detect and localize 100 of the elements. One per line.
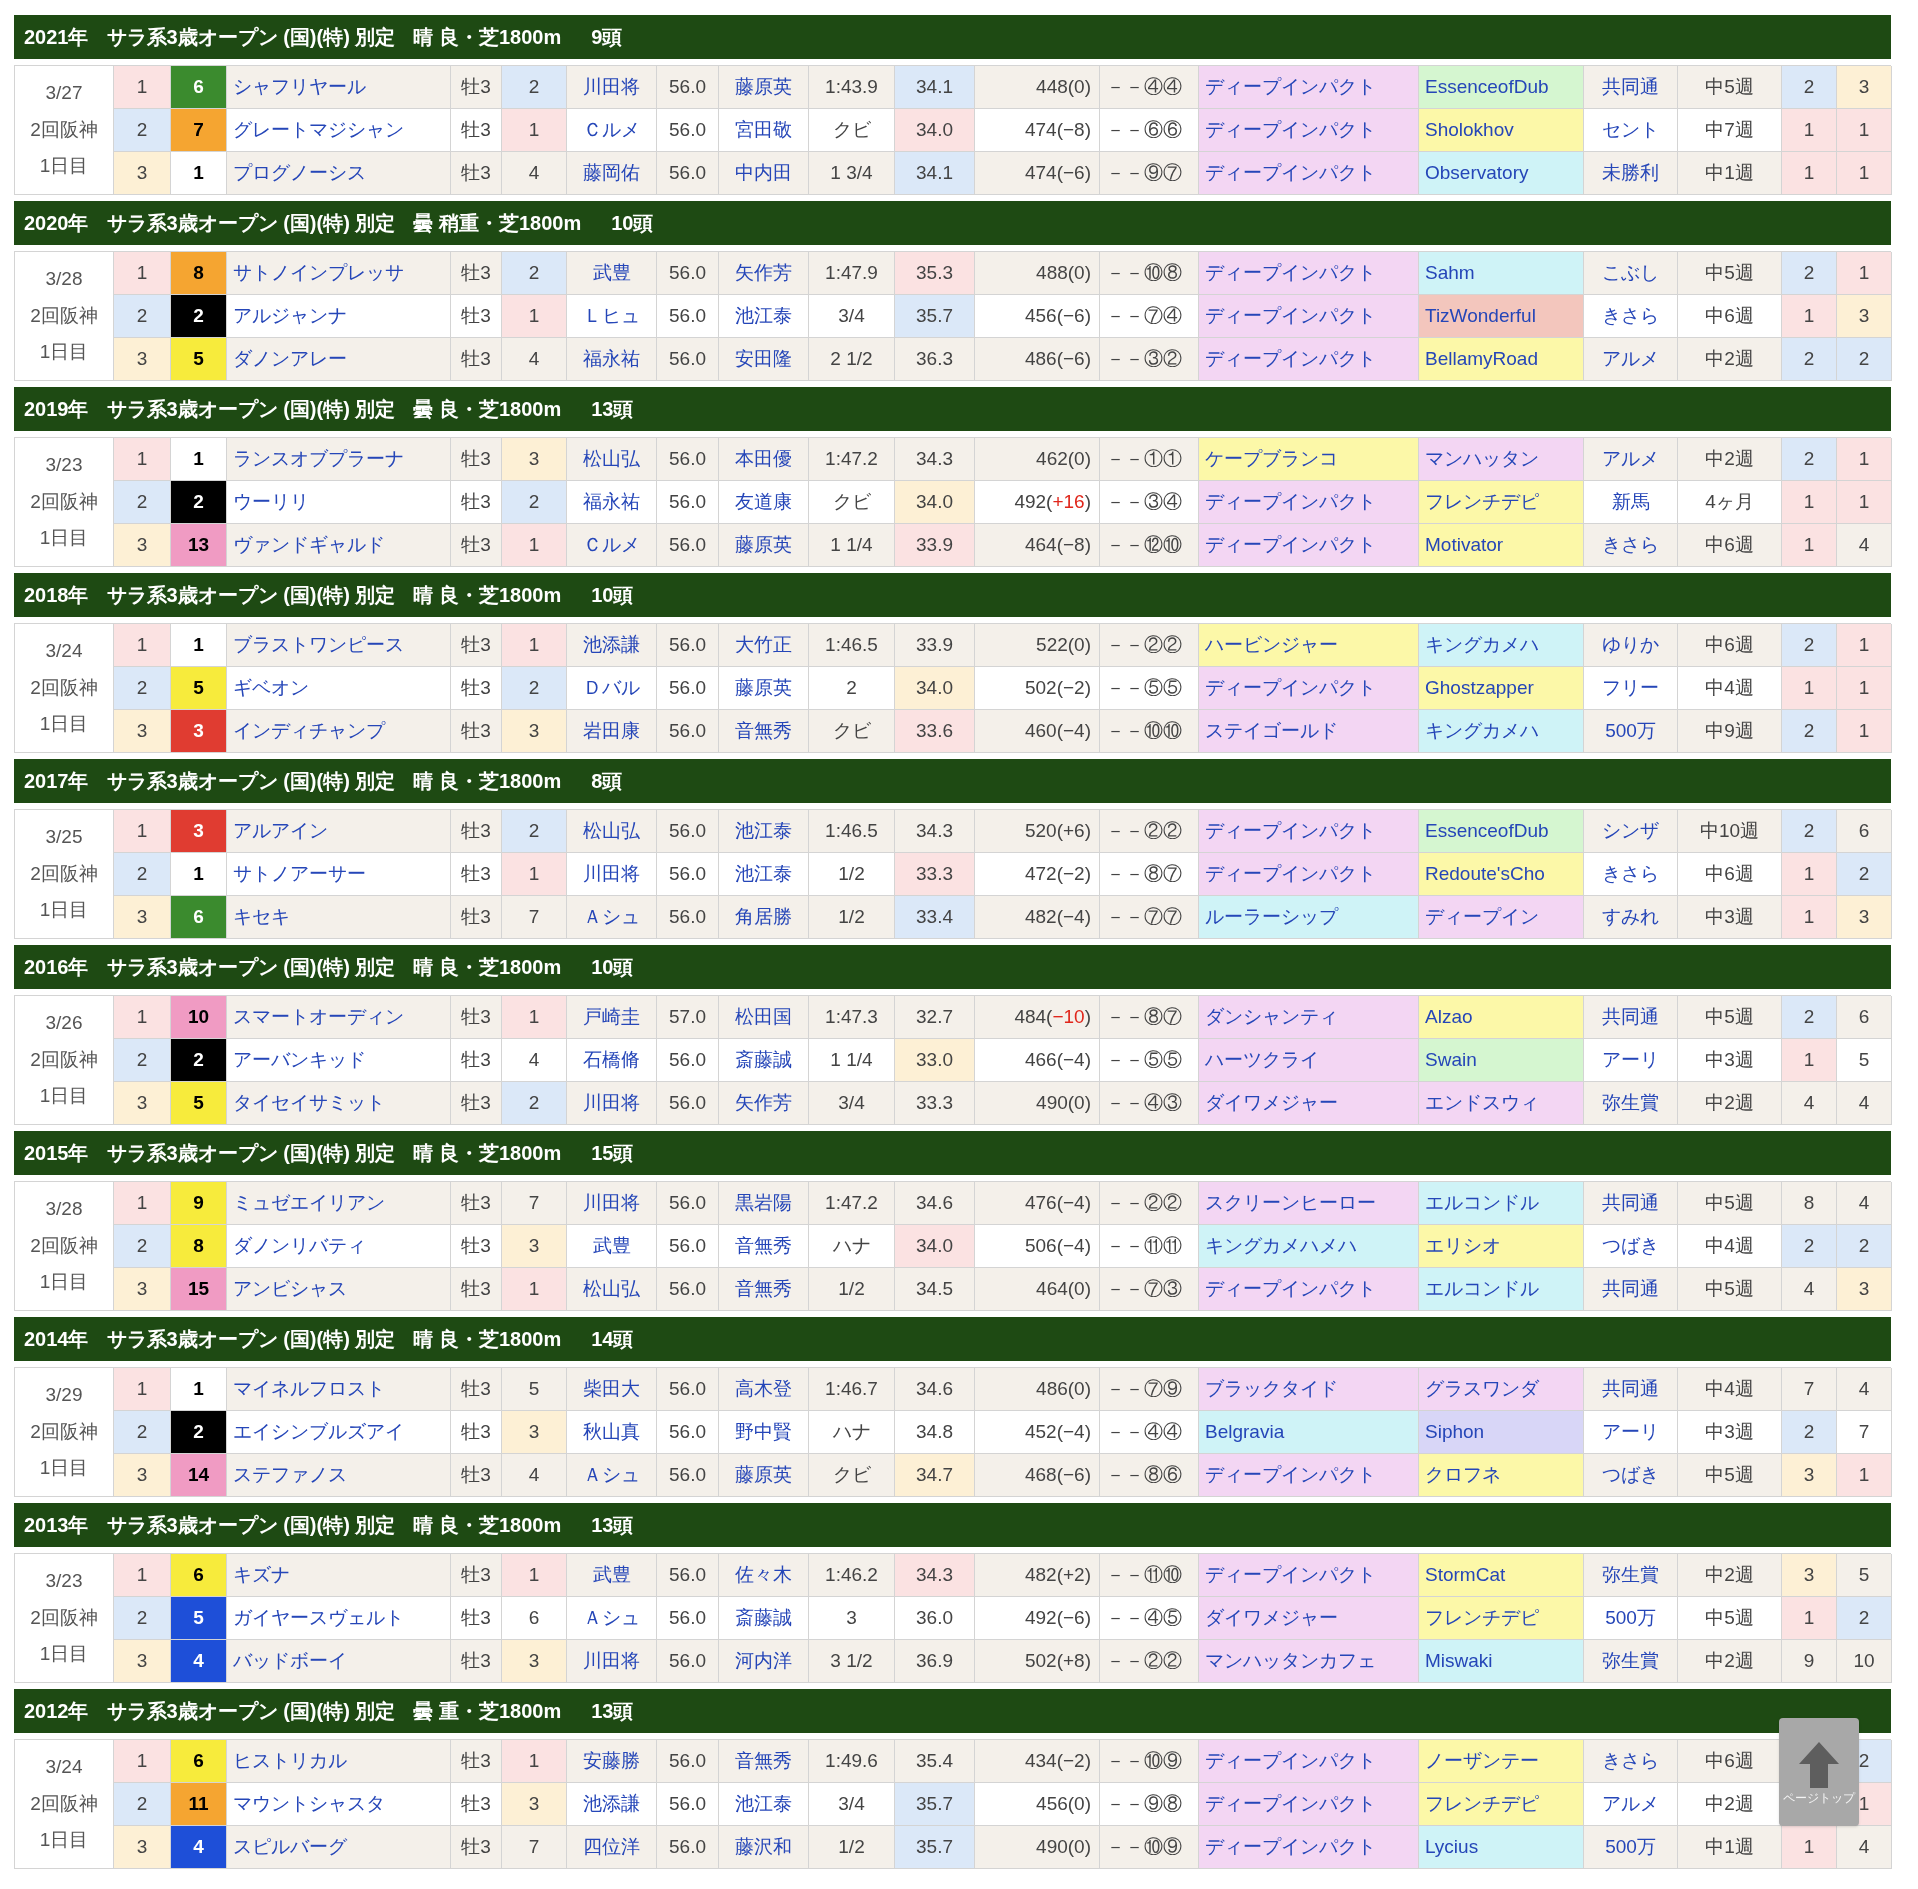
horse-name-link[interactable]: ブラストワンピース — [227, 624, 451, 667]
sire-link[interactable]: ディープインパクト — [1199, 1740, 1419, 1783]
sire-link[interactable]: ディープインパクト — [1199, 1783, 1419, 1826]
jockey-link[interactable]: 安藤勝 — [567, 1740, 657, 1783]
trainer-link[interactable]: 角居勝 — [719, 896, 809, 939]
previous-race-link[interactable]: ゆりか — [1584, 624, 1678, 667]
dam-sire-link[interactable]: Redoute'sCho — [1419, 853, 1584, 896]
horse-name-link[interactable]: プログノーシス — [227, 152, 451, 195]
sire-link[interactable]: ディープインパクト — [1199, 1826, 1419, 1869]
sire-link[interactable]: Belgravia — [1199, 1411, 1419, 1454]
previous-race-link[interactable]: 共同通 — [1584, 66, 1678, 109]
dam-sire-link[interactable]: StormCat — [1419, 1554, 1584, 1597]
previous-race-link[interactable]: 共同通 — [1584, 1268, 1678, 1311]
dam-sire-link[interactable]: エンドスウィ — [1419, 1082, 1584, 1125]
jockey-link[interactable]: 川田将 — [567, 1082, 657, 1125]
jockey-link[interactable]: 川田将 — [567, 1182, 657, 1225]
jockey-link[interactable]: 戸崎圭 — [567, 996, 657, 1039]
trainer-link[interactable]: 音無秀 — [719, 1268, 809, 1311]
trainer-link[interactable]: 松田国 — [719, 996, 809, 1039]
dam-sire-link[interactable]: ノーザンテー — [1419, 1740, 1584, 1783]
horse-name-link[interactable]: スピルバーグ — [227, 1826, 451, 1869]
sire-link[interactable]: ディープインパクト — [1199, 338, 1419, 381]
horse-name-link[interactable]: キズナ — [227, 1554, 451, 1597]
sire-link[interactable]: ディープインパクト — [1199, 1554, 1419, 1597]
previous-race-link[interactable]: シンザ — [1584, 810, 1678, 853]
sire-link[interactable]: ダンシャンティ — [1199, 996, 1419, 1039]
previous-race-link[interactable]: つばき — [1584, 1225, 1678, 1268]
horse-name-link[interactable]: タイセイサミット — [227, 1082, 451, 1125]
horse-name-link[interactable]: マイネルフロスト — [227, 1368, 451, 1411]
horse-name-link[interactable]: エイシンブルズアイ — [227, 1411, 451, 1454]
dam-sire-link[interactable]: ディープイン — [1419, 896, 1584, 939]
sire-link[interactable]: ディープインパクト — [1199, 1268, 1419, 1311]
sire-link[interactable]: ディープインパクト — [1199, 524, 1419, 567]
jockey-link[interactable]: Ａシュ — [567, 1454, 657, 1497]
horse-name-link[interactable]: アルアイン — [227, 810, 451, 853]
sire-link[interactable]: ディープインパクト — [1199, 853, 1419, 896]
sire-link[interactable]: ケープブランコ — [1199, 438, 1419, 481]
sire-link[interactable]: マンハッタンカフェ — [1199, 1640, 1419, 1683]
horse-name-link[interactable]: ヴァンドギャルド — [227, 524, 451, 567]
trainer-link[interactable]: 河内洋 — [719, 1640, 809, 1683]
trainer-link[interactable]: 宮田敬 — [719, 109, 809, 152]
previous-race-link[interactable]: 共同通 — [1584, 1182, 1678, 1225]
previous-race-link[interactable]: きさら — [1584, 853, 1678, 896]
jockey-link[interactable]: 福永祐 — [567, 481, 657, 524]
sire-link[interactable]: ディープインパクト — [1199, 481, 1419, 524]
jockey-link[interactable]: Ｄバル — [567, 667, 657, 710]
horse-name-link[interactable]: キセキ — [227, 896, 451, 939]
previous-race-link[interactable]: 弥生賞 — [1584, 1554, 1678, 1597]
jockey-link[interactable]: Ｌヒュ — [567, 295, 657, 338]
horse-name-link[interactable]: アンビシャス — [227, 1268, 451, 1311]
previous-race-link[interactable]: 新馬 — [1584, 481, 1678, 524]
sire-link[interactable]: スクリーンヒーロー — [1199, 1182, 1419, 1225]
jockey-link[interactable]: 松山弘 — [567, 1268, 657, 1311]
trainer-link[interactable]: 斎藤誠 — [719, 1039, 809, 1082]
previous-race-link[interactable]: アーリ — [1584, 1039, 1678, 1082]
horse-name-link[interactable]: サトノインプレッサ — [227, 252, 451, 295]
jockey-link[interactable]: Ｃルメ — [567, 524, 657, 567]
previous-race-link[interactable]: アルメ — [1584, 438, 1678, 481]
jockey-link[interactable]: 柴田大 — [567, 1368, 657, 1411]
trainer-link[interactable]: 池江泰 — [719, 295, 809, 338]
jockey-link[interactable]: 福永祐 — [567, 338, 657, 381]
trainer-link[interactable]: 池江泰 — [719, 810, 809, 853]
jockey-link[interactable]: 池添謙 — [567, 1783, 657, 1826]
sire-link[interactable]: ルーラーシップ — [1199, 896, 1419, 939]
dam-sire-link[interactable]: Lycius — [1419, 1826, 1584, 1869]
previous-race-link[interactable]: きさら — [1584, 295, 1678, 338]
trainer-link[interactable]: 池江泰 — [719, 853, 809, 896]
trainer-link[interactable]: 音無秀 — [719, 1740, 809, 1783]
previous-race-link[interactable]: 弥生賞 — [1584, 1082, 1678, 1125]
previous-race-link[interactable]: アーリ — [1584, 1411, 1678, 1454]
trainer-link[interactable]: 大竹正 — [719, 624, 809, 667]
previous-race-link[interactable]: すみれ — [1584, 896, 1678, 939]
trainer-link[interactable]: 斎藤誠 — [719, 1597, 809, 1640]
horse-name-link[interactable]: ガイヤースヴェルト — [227, 1597, 451, 1640]
dam-sire-link[interactable]: EssenceofDub — [1419, 810, 1584, 853]
jockey-link[interactable]: 武豊 — [567, 252, 657, 295]
jockey-link[interactable]: 川田将 — [567, 66, 657, 109]
horse-name-link[interactable]: ダノンリバティ — [227, 1225, 451, 1268]
jockey-link[interactable]: 川田将 — [567, 853, 657, 896]
horse-name-link[interactable]: アーバンキッド — [227, 1039, 451, 1082]
dam-sire-link[interactable]: Alzao — [1419, 996, 1584, 1039]
horse-name-link[interactable]: マウントシャスタ — [227, 1783, 451, 1826]
sire-link[interactable]: ディープインパクト — [1199, 66, 1419, 109]
trainer-link[interactable]: 藤原英 — [719, 667, 809, 710]
horse-name-link[interactable]: アルジャンナ — [227, 295, 451, 338]
dam-sire-link[interactable]: フレンチデピ — [1419, 481, 1584, 524]
previous-race-link[interactable]: 共同通 — [1584, 996, 1678, 1039]
horse-name-link[interactable]: ランスオブプラーナ — [227, 438, 451, 481]
trainer-link[interactable]: 友道康 — [719, 481, 809, 524]
dam-sire-link[interactable]: キングカメハ — [1419, 710, 1584, 753]
trainer-link[interactable]: 藤原英 — [719, 524, 809, 567]
sire-link[interactable]: ディープインパクト — [1199, 1454, 1419, 1497]
dam-sire-link[interactable]: BellamyRoad — [1419, 338, 1584, 381]
jockey-link[interactable]: 岩田康 — [567, 710, 657, 753]
dam-sire-link[interactable]: EssenceofDub — [1419, 66, 1584, 109]
jockey-link[interactable]: 石橋脩 — [567, 1039, 657, 1082]
horse-name-link[interactable]: ミュゼエイリアン — [227, 1182, 451, 1225]
trainer-link[interactable]: 池江泰 — [719, 1783, 809, 1826]
sire-link[interactable]: ハービンジャー — [1199, 624, 1419, 667]
jockey-link[interactable]: Ｃルメ — [567, 109, 657, 152]
